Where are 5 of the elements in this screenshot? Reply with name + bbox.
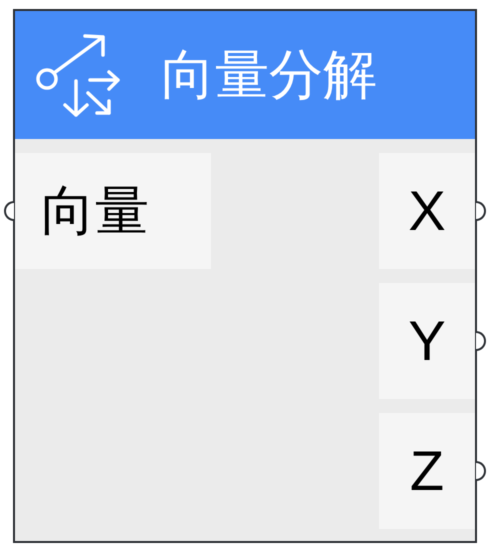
port-connector-icon[interactable]	[476, 331, 486, 351]
node-title: 向量分解	[161, 48, 377, 102]
port-connector-icon[interactable]	[476, 201, 486, 221]
port-connector-icon[interactable]	[476, 461, 486, 481]
port-connector-icon[interactable]	[4, 201, 14, 221]
